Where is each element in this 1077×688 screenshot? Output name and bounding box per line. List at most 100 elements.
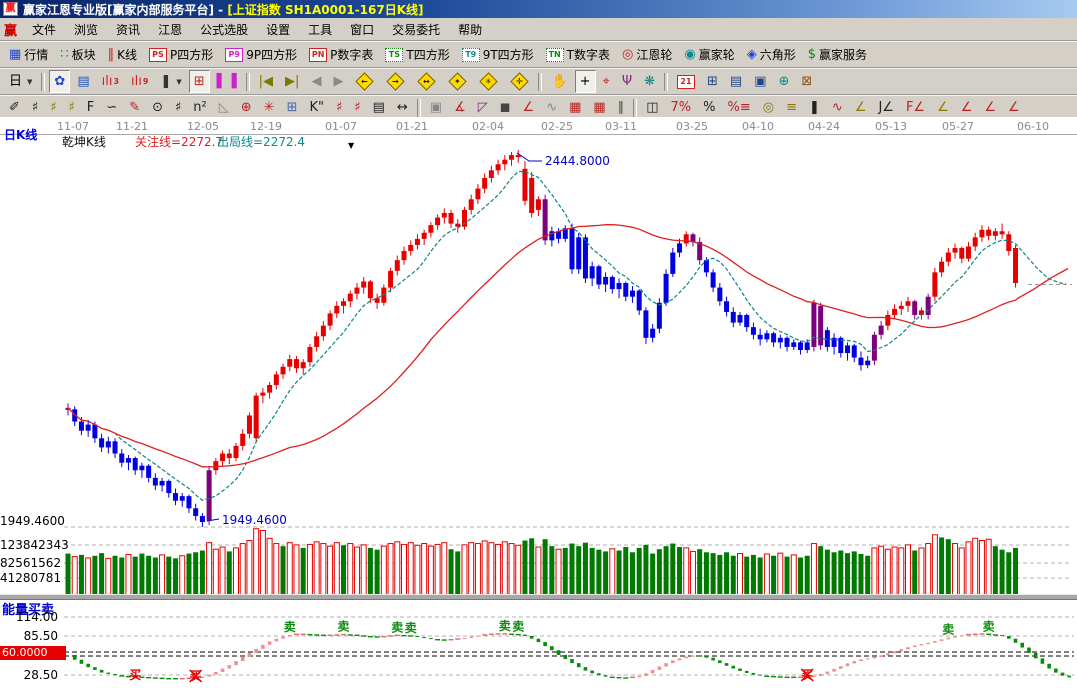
menu-item[interactable]: 公式选股 [191, 21, 257, 39]
calendar-icon-icon: 21 [677, 74, 695, 89]
sectors-button[interactable]: ∷ 板块 [55, 43, 100, 66]
zoom-right-diamond-icon[interactable]: → [381, 70, 410, 93]
candle [656, 302, 662, 329]
menu-item[interactable]: 交易委托 [383, 21, 449, 39]
volume-bar [609, 548, 616, 596]
t-number-button[interactable]: TN T数字表 [541, 43, 615, 66]
hexagon-button[interactable]: ◈ 六角形 [742, 43, 801, 66]
candle [173, 493, 179, 501]
volume-bar [421, 543, 428, 596]
volume-bar [603, 551, 609, 595]
crosshair-tool-icon[interactable]: + [574, 70, 596, 93]
notebook-icon[interactable]: ▤ [725, 70, 747, 93]
chart-canvas[interactable]: 11-07 11-21 12-05 12-19 01-07 01-21 02-04 02-25… [0, 117, 1077, 688]
volume-bar [643, 544, 649, 595]
volume-bar [730, 555, 736, 595]
energy-bar [1033, 652, 1038, 659]
gold-angle2-icon: ∠ [937, 100, 949, 115]
energy-bar [1040, 658, 1045, 664]
volume-bar [623, 547, 629, 595]
menu-item[interactable]: 江恩 [149, 21, 191, 39]
nine-bars-icon[interactable]: ılı 9 [126, 70, 153, 93]
energy-bar [72, 654, 77, 660]
candle [703, 260, 709, 273]
candle [233, 445, 239, 459]
menu-item[interactable]: 资讯 [107, 21, 149, 39]
save-icon[interactable]: ▣ [749, 70, 771, 93]
p-number-button[interactable]: PN P数字表 [304, 43, 378, 66]
candle [240, 433, 246, 446]
compress-diamond-icon[interactable]: ✳ [474, 70, 503, 93]
menu-item[interactable]: 窗口 [341, 21, 383, 39]
volume-bar [884, 548, 891, 596]
protractor-icon: ◺ [218, 100, 229, 115]
chip-dist-icon[interactable]: Ψ [617, 70, 637, 93]
pane-splitter[interactable] [0, 594, 1077, 600]
dropdown-caret-icon[interactable]: ▼ [348, 141, 354, 150]
winner-wheel-button[interactable]: ◉ 赢家轮 [679, 43, 739, 66]
menu-item[interactable]: 浏览 [65, 21, 107, 39]
quotes-button[interactable]: ▦ 行情 [4, 43, 53, 66]
period-selector-button[interactable]: 日 ▼ [4, 70, 37, 93]
zoom-h-diamond-icon[interactable]: ↔ [412, 70, 441, 93]
energy-bar [637, 675, 641, 678]
t-square-button[interactable]: TS T四方形 [380, 43, 454, 66]
info-panel-icon[interactable]: ▤ [72, 70, 94, 93]
candle-style-button[interactable]: ❚ ▼ [155, 70, 186, 93]
ai-net-icon[interactable]: ❋ [639, 70, 660, 93]
energy-dash [448, 639, 454, 641]
chart-area[interactable]: 11-07 11-21 12-05 12-19 01-07 01-21 02-04 02-25… [0, 117, 1077, 688]
volume-bar [327, 545, 334, 596]
hand-tool-icon[interactable]: ✋ [546, 70, 572, 93]
energy-bar [758, 674, 762, 676]
energy-bar [852, 661, 857, 664]
energy-bar [234, 661, 238, 666]
candle [1006, 234, 1012, 252]
kline-button[interactable]: ‖ K线 [103, 43, 142, 66]
jump-first-icon[interactable]: |◀ [254, 70, 278, 93]
expand-diamond-icon[interactable]: ✦ [443, 70, 472, 93]
calendar-icon[interactable]: 21 [672, 70, 700, 93]
menu-item[interactable]: 设置 [257, 21, 299, 39]
volume-bar [360, 544, 367, 596]
volume-bar [159, 554, 166, 596]
jump-last-icon[interactable]: ▶| [280, 70, 304, 93]
hspan-icon: ↔ [396, 100, 408, 115]
energy-dash [509, 633, 515, 635]
mdi-child-icon[interactable]: 赢 [0, 20, 23, 39]
candle [341, 301, 347, 306]
zoom-left-diamond-icon[interactable]: ← [350, 70, 379, 93]
pan-left-icon[interactable]: ◀ [306, 70, 326, 93]
candle [199, 515, 205, 523]
matrix-icon[interactable]: ⊞ [188, 70, 210, 93]
network-icon[interactable]: ⊕ [774, 70, 795, 93]
energy-bar [825, 671, 830, 674]
volume-bar [650, 553, 656, 595]
t9-square-button[interactable]: T9 9T四方形 [457, 43, 539, 66]
color-histogram-icon[interactable]: ▌▐ [212, 70, 242, 93]
degree-circle-icon: ⊙ [152, 100, 163, 115]
p9-square-button[interactable]: P9 9P四方形 [220, 43, 302, 66]
menu-item[interactable]: 工具 [299, 21, 341, 39]
p-square-button[interactable]: PS P四方形 [144, 43, 218, 66]
trade-icon[interactable]: ⊠ [796, 70, 817, 93]
menu-item[interactable]: 帮助 [449, 21, 491, 39]
energy-bar [724, 663, 729, 666]
energy-bar [1054, 668, 1058, 673]
calculator-icon: ⊞ [707, 73, 718, 89]
candle [112, 441, 118, 454]
menu-item[interactable]: 文件 [23, 21, 65, 39]
energy-bar [1020, 642, 1025, 648]
calculator-icon[interactable]: ⊞ [702, 70, 723, 93]
candle [414, 238, 420, 245]
energy-bar [469, 636, 473, 639]
winner-service-button[interactable]: $ 赢家服务 [803, 43, 872, 66]
pan-right-icon[interactable]: ▶ [328, 70, 348, 93]
gann-wheel-button[interactable]: ◎ 江恩轮 [617, 43, 677, 66]
full-view-diamond-icon[interactable]: ✛ [505, 70, 534, 93]
measure-tool-icon[interactable]: ⌖ [598, 70, 615, 93]
chip-overlay-icon[interactable]: ✿ [49, 70, 71, 93]
three-bars-icon[interactable]: ılı 3 [97, 70, 124, 93]
p9-square-button-icon: P9 [225, 47, 244, 62]
date-tick-label: 03-25 [676, 120, 708, 133]
